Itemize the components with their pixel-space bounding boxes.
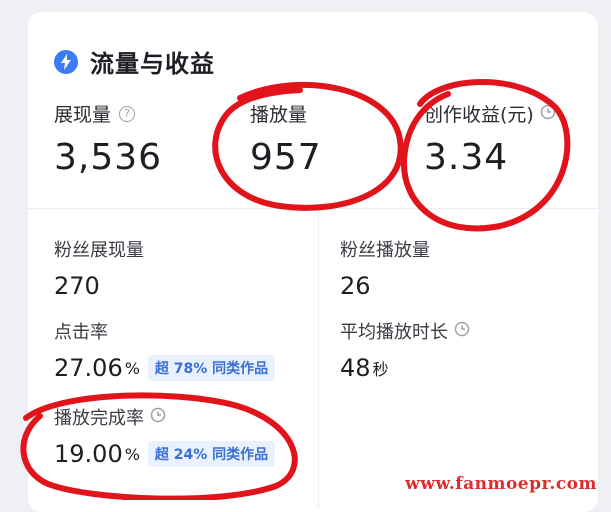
- stat-value: 27.06: [54, 354, 123, 382]
- metric-revenue[interactable]: 创作收益(元) 3.34: [424, 100, 556, 178]
- stat-ctr[interactable]: 点击率 27.06 % 超 78% 同类作品: [54, 318, 276, 382]
- watermark: www.fanmoepr.com: [405, 474, 597, 494]
- stat-label: 播放完成率: [54, 408, 144, 429]
- stat-label: 平均播放时长: [340, 322, 448, 343]
- stat-unit: 秒: [372, 360, 389, 379]
- lightning-icon: [54, 49, 78, 74]
- metric-label: 展现量: [54, 104, 112, 126]
- stat-value: 26: [340, 272, 371, 300]
- clock-icon[interactable]: [454, 321, 470, 342]
- peer-comparison-badge: 超 24% 同类作品: [147, 441, 276, 467]
- stat-fan-plays[interactable]: 粉丝播放量 26: [340, 236, 430, 300]
- stat-value: 270: [54, 272, 100, 300]
- metric-value: 957: [250, 137, 322, 178]
- stat-completion-rate[interactable]: 播放完成率 19.00 % 超 24% 同类作品: [54, 404, 276, 468]
- peer-comparison-badge: 超 78% 同类作品: [147, 355, 276, 381]
- divider: [28, 208, 598, 209]
- clock-icon[interactable]: [150, 407, 166, 428]
- stat-unit: %: [124, 444, 140, 464]
- stat-fan-impressions[interactable]: 粉丝展现量 270: [54, 236, 144, 300]
- card-title: 流量与收益: [90, 50, 215, 78]
- stat-avg-duration[interactable]: 平均播放时长 48 秒: [340, 318, 470, 382]
- traffic-revenue-card: 流量与收益 展现量 ? 3,536 播放量 957 创作收益(元) 3.34 粉…: [28, 12, 598, 512]
- metric-label: 播放量: [250, 104, 308, 126]
- help-icon[interactable]: ?: [119, 105, 136, 122]
- stat-value: 48: [340, 354, 371, 382]
- stat-label: 点击率: [54, 322, 108, 343]
- metric-label: 创作收益(元): [424, 104, 534, 126]
- metric-value: 3.34: [424, 137, 509, 178]
- stat-unit: %: [124, 358, 140, 378]
- clock-icon[interactable]: [540, 103, 556, 125]
- metric-value: 3,536: [54, 137, 163, 178]
- card-header: 流量与收益: [54, 44, 215, 79]
- stat-label: 粉丝展现量: [54, 240, 144, 261]
- stat-label: 粉丝播放量: [340, 240, 430, 261]
- metric-plays[interactable]: 播放量 957: [250, 100, 322, 178]
- stat-value: 19.00: [54, 440, 123, 468]
- divider: [318, 208, 319, 508]
- metric-impressions[interactable]: 展现量 ? 3,536: [54, 100, 162, 178]
